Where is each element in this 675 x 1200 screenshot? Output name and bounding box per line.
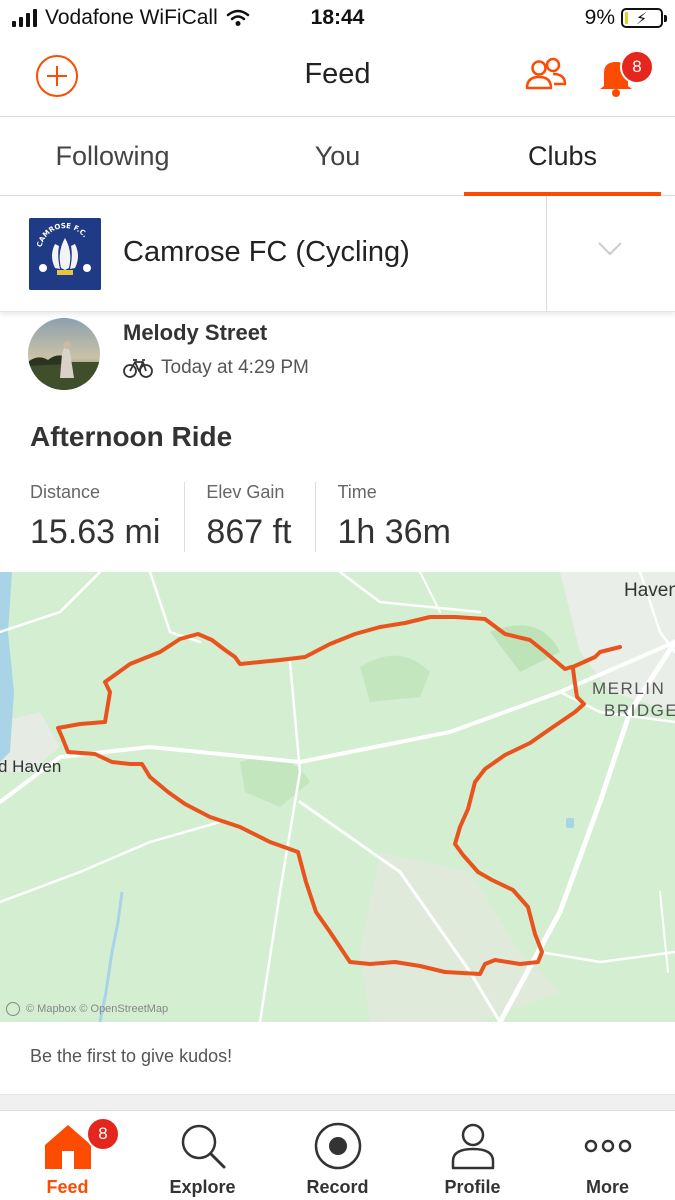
nav-record[interactable]: Record xyxy=(270,1111,405,1200)
stat-value: 15.63 mi xyxy=(30,513,161,551)
nav-feed[interactable]: 8 Feed xyxy=(0,1111,135,1200)
activity-timestamp: Today at 4:29 PM xyxy=(161,357,309,378)
map-attribution[interactable]: © Mapbox © OpenStreetMap xyxy=(6,1002,168,1016)
bike-icon xyxy=(123,359,153,378)
chevron-down-icon[interactable] xyxy=(598,242,622,256)
activity-stats: Distance 15.63 mi Elev Gain 867 ft Time … xyxy=(30,482,475,552)
nav-explore[interactable]: Explore xyxy=(135,1111,270,1200)
club-name: Camrose FC (Cycling) xyxy=(123,236,410,268)
map-label-d-haven: d Haven xyxy=(0,757,61,776)
mapbox-logo-icon xyxy=(6,1002,20,1016)
nav-label: Feed xyxy=(46,1177,89,1197)
stat-value: 867 ft xyxy=(206,513,292,551)
stat-time: Time 1h 36m xyxy=(315,482,474,552)
nav-profile[interactable]: Profile xyxy=(405,1111,540,1200)
athlete-avatar[interactable] xyxy=(28,318,100,390)
battery-icon: ⚡ xyxy=(621,8,667,28)
search-icon xyxy=(181,1124,225,1169)
club-logo: CAMROSE F.C. xyxy=(29,218,101,290)
stat-distance: Distance 15.63 mi xyxy=(30,482,184,552)
tab-following[interactable]: Following xyxy=(0,117,225,195)
nav-label: Record xyxy=(306,1177,369,1197)
nav-more[interactable]: More xyxy=(540,1111,675,1200)
map-label-bridge: BRIDGE xyxy=(604,701,675,720)
feed-badge: 8 xyxy=(86,1117,120,1151)
activity-meta: Today at 4:29 PM xyxy=(123,357,309,379)
club-selector[interactable]: CAMROSE F.C. Camrose FC (Cycling) xyxy=(0,196,675,312)
athlete-name[interactable]: Melody Street xyxy=(123,320,267,346)
notifications-button[interactable]: 8 xyxy=(596,50,654,98)
nav-label: More xyxy=(585,1177,629,1197)
feed-tabs: Following You Clubs xyxy=(0,116,675,196)
app-header: Feed 8 xyxy=(0,36,675,116)
attribution-text: © Mapbox © OpenStreetMap xyxy=(26,1003,169,1015)
nav-label: Profile xyxy=(444,1177,501,1197)
find-friends-icon[interactable] xyxy=(524,56,568,96)
notification-badge: 8 xyxy=(620,50,654,84)
divider xyxy=(546,196,547,312)
stat-label: Distance xyxy=(30,482,101,502)
map-label-haven: Haven xyxy=(624,580,675,601)
page-title: Feed xyxy=(304,58,371,90)
home-icon xyxy=(44,1125,91,1169)
stat-value: 1h 36m xyxy=(337,513,451,551)
nav-label: Explore xyxy=(169,1177,236,1197)
record-icon xyxy=(314,1122,361,1170)
feed-separator xyxy=(0,1094,675,1110)
tab-clubs[interactable]: Clubs xyxy=(450,117,675,196)
map-label-merlin: MERLIN xyxy=(592,679,665,698)
clock: 18:44 xyxy=(310,6,365,29)
map-canvas: Haven MERLIN BRIDGE d Haven xyxy=(0,572,675,1022)
person-icon xyxy=(451,1123,494,1170)
stat-label: Time xyxy=(337,482,377,502)
kudos-prompt[interactable]: Be the first to give kudos! xyxy=(30,1046,232,1067)
stat-elevation: Elev Gain 867 ft xyxy=(184,482,315,552)
activity-title[interactable]: Afternoon Ride xyxy=(30,421,232,453)
bottom-nav: 8 Feed Explore Record Profile More xyxy=(0,1110,675,1200)
more-icon xyxy=(584,1139,631,1153)
stat-label: Elev Gain xyxy=(206,482,285,502)
tab-you[interactable]: You xyxy=(225,117,450,195)
battery-percent: 9% xyxy=(584,6,615,29)
battery-info: 9% ⚡ xyxy=(584,6,667,30)
route-map[interactable]: Haven MERLIN BRIDGE d Haven © Mapbox © O… xyxy=(0,572,675,1022)
status-bar: Vodafone WiFiCall 18:44 9% ⚡ xyxy=(0,0,675,36)
